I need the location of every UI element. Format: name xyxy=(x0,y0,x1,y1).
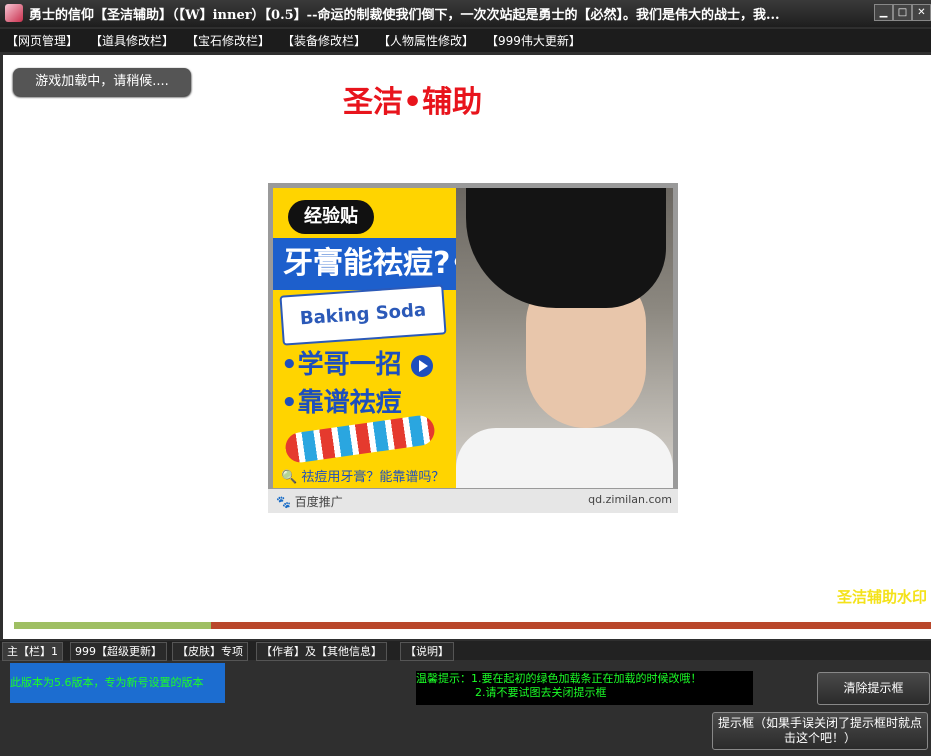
menu-web-management[interactable]: 【网页管理】 xyxy=(6,32,78,49)
ad-footer: 🐾 百度推广 qd.zimilan.com xyxy=(268,489,678,513)
tab-skin[interactable]: 【皮肤】专项 xyxy=(172,642,248,661)
title-bar: 勇士的信仰【圣洁辅助】（【W】inner）【0.5】--命运的制裁使我们倒下，一… xyxy=(0,0,931,27)
menu-equipment-editor[interactable]: 【装备修改栏】 xyxy=(282,32,366,49)
search-icon: 🔍 xyxy=(281,470,298,485)
show-tips-button[interactable]: 提示框（如果手误关闭了提示框时就点击这个吧！） xyxy=(712,712,928,750)
tab-instructions[interactable]: 【说明】 xyxy=(400,642,454,661)
tab-author-info[interactable]: 【作者】及【其他信息】 xyxy=(256,642,387,661)
ad-search-line: 🔍 祛痘用牙膏？能靠谱吗？ xyxy=(281,466,444,485)
advertisement[interactable]: 经验贴 牙膏能祛痘?• Baking Soda •学哥一招 •靠谱祛痘 🔍 祛痘… xyxy=(268,183,678,513)
ad-photo xyxy=(456,188,673,488)
paw-icon: 🐾 xyxy=(276,495,291,509)
page-heading: 圣洁•辅助 xyxy=(343,85,483,120)
menu-character-attributes[interactable]: 【人物属性修改】 xyxy=(378,32,474,49)
window-title: 勇士的信仰【圣洁辅助】（【W】inner）【0.5】--命运的制裁使我们倒下，一… xyxy=(29,8,780,23)
toothpaste-swirl xyxy=(283,413,437,465)
play-icon xyxy=(410,354,433,377)
ad-brand-text: 百度推广 xyxy=(294,495,343,509)
maximize-button[interactable]: □ xyxy=(893,4,912,21)
photo-hair xyxy=(466,188,666,308)
version-note: 此版本为5.6版本，专为新号设置的版本 xyxy=(10,663,225,703)
watermark: 圣洁辅助水印 xyxy=(836,588,927,606)
ad-line-1: •学哥一招 xyxy=(281,344,459,381)
toothpaste-tube: Baking Soda xyxy=(279,284,447,346)
game-view: 游戏加载中，请稍候.... 圣洁•辅助 经验贴 牙膏能祛痘?• Baking S… xyxy=(3,55,931,639)
progress-fill xyxy=(14,622,212,629)
tip-box: 温馨提示：1.要在起初的绿色加载条正在加载的时候改哦！ 2.请不要试图去关闭提示… xyxy=(416,671,753,705)
tab-999-update[interactable]: 999【超级更新】 xyxy=(70,642,167,661)
menu-bar: 【网页管理】 【道具修改栏】 【宝石修改栏】 【装备修改栏】 【人物属性修改】 … xyxy=(0,29,931,52)
ad-text-panel: 经验贴 牙膏能祛痘?• Baking Soda •学哥一招 •靠谱祛痘 🔍 祛痘… xyxy=(273,188,503,488)
ad-search-text: 祛痘用牙膏？能靠谱吗？ xyxy=(301,470,445,485)
close-button[interactable]: ✕ xyxy=(912,4,931,21)
tip-line-2: 2.请不要试图去关闭提示框 xyxy=(475,686,607,699)
loading-status: 游戏加载中，请稍候.... xyxy=(13,68,191,96)
ad-brand: 🐾 百度推广 xyxy=(276,493,343,510)
ad-domain: qd.zimilan.com xyxy=(588,493,672,506)
ad-line-1-text: •学哥一招 xyxy=(281,350,402,380)
ad-badge: 经验贴 xyxy=(288,200,374,234)
photo-shirt xyxy=(456,428,673,488)
tip-line-1: 温馨提示：1.要在起初的绿色加载条正在加载的时候改哦！ xyxy=(416,672,702,685)
ad-line-2: •靠谱祛痘 xyxy=(281,388,402,418)
menu-gem-editor[interactable]: 【宝石修改栏】 xyxy=(186,32,270,49)
clear-tips-button[interactable]: 清除提示框 xyxy=(817,672,930,705)
menu-item-editor[interactable]: 【道具修改栏】 xyxy=(90,32,174,49)
tab-main[interactable]: 主【栏】1 xyxy=(2,642,63,661)
minimize-button[interactable]: ▁ xyxy=(874,4,893,21)
app-icon xyxy=(5,4,23,22)
tab-bar: 主【栏】1 999【超级更新】 【皮肤】专项 【作者】及【其他信息】 【说明】 xyxy=(0,641,931,661)
loading-progress-bar xyxy=(14,622,931,629)
menu-999-update[interactable]: 【999伟大更新】 xyxy=(486,32,581,49)
